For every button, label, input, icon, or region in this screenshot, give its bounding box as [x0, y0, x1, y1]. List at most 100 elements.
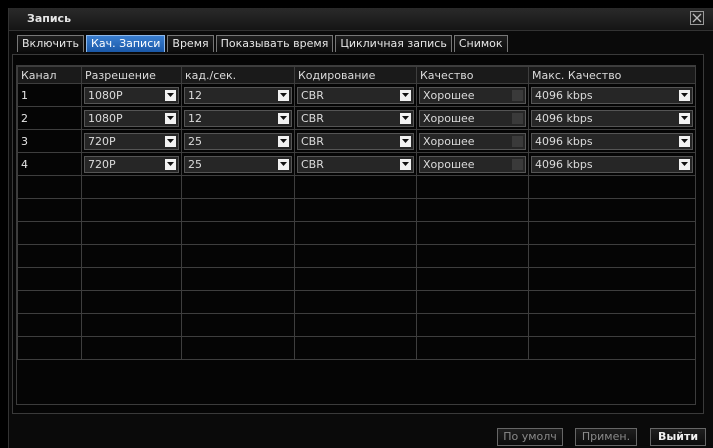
record-quality-table: Канал Разрешение кад./сек. Кодирование К…	[17, 66, 696, 360]
fps-select[interactable]: 25	[184, 155, 292, 173]
quality-select[interactable]: Хорошее	[419, 155, 526, 173]
table-row: 1 1080P 12 CBR Хорошее 4096 kbps	[17, 83, 696, 107]
table-row: 3 720P 25 CBR Хорошее 4096 kbps	[17, 129, 696, 153]
chevron-down-icon	[512, 89, 523, 101]
tab-time[interactable]: Время	[167, 35, 214, 52]
empty-cell	[181, 175, 295, 199]
empty-cell	[294, 221, 417, 245]
encoding-select[interactable]: CBR	[297, 109, 414, 127]
empty-cell	[416, 244, 529, 268]
chevron-down-icon	[165, 135, 176, 147]
empty-cell	[416, 290, 529, 314]
max-quality-select[interactable]: 4096 kbps	[531, 132, 693, 150]
quality-cell: Хорошее	[416, 83, 529, 107]
empty-cell	[81, 267, 182, 291]
empty-cell	[81, 198, 182, 222]
fps-cell: 25	[181, 152, 295, 176]
empty-cell	[181, 290, 295, 314]
max-quality-select[interactable]: 4096 kbps	[531, 109, 693, 127]
chevron-down-icon	[512, 135, 523, 147]
tab-cyclic-record[interactable]: Цикличная запись	[335, 35, 452, 52]
resolution-select[interactable]: 1080P	[84, 109, 179, 127]
quality-cell: Хорошее	[416, 129, 529, 153]
tab-snapshot[interactable]: Снимок	[453, 35, 508, 52]
header-quality: Качество	[416, 66, 529, 84]
empty-cell	[294, 175, 417, 199]
empty-cell	[528, 290, 696, 314]
quality-select[interactable]: Хорошее	[419, 109, 526, 127]
quality-select[interactable]: Хорошее	[419, 86, 526, 104]
max-quality-cell: 4096 kbps	[528, 129, 696, 153]
empty-cell	[181, 198, 295, 222]
encoding-value: CBR	[301, 88, 324, 102]
default-button[interactable]: По умолч	[497, 428, 563, 446]
empty-cell	[294, 290, 417, 314]
empty-cell	[17, 198, 82, 222]
chevron-down-icon	[278, 89, 289, 101]
quality-value: Хорошее	[423, 157, 475, 171]
empty-cell	[17, 175, 82, 199]
resolution-cell: 1080P	[81, 83, 182, 107]
empty-cell	[294, 244, 417, 268]
exit-button[interactable]: Выйти	[650, 428, 706, 446]
table-row: 2 1080P 12 CBR Хорошее 4096 kbps	[17, 106, 696, 130]
empty-cell	[81, 290, 182, 314]
max-quality-value: 4096 kbps	[535, 134, 593, 148]
max-quality-cell: 4096 kbps	[528, 106, 696, 130]
max-quality-value: 4096 kbps	[535, 88, 593, 102]
chevron-down-icon	[400, 158, 411, 170]
encoding-select[interactable]: CBR	[297, 86, 414, 104]
tab-record-quality[interactable]: Кач. Записи	[86, 35, 166, 52]
max-quality-cell: 4096 kbps	[528, 83, 696, 107]
resolution-select[interactable]: 720P	[84, 132, 179, 150]
resolution-cell: 1080P	[81, 106, 182, 130]
chevron-down-icon	[400, 112, 411, 124]
fps-select[interactable]: 25	[184, 132, 292, 150]
fps-select[interactable]: 12	[184, 109, 292, 127]
empty-cell	[294, 267, 417, 291]
resolution-cell: 720P	[81, 129, 182, 153]
empty-cell	[294, 313, 417, 337]
max-quality-select[interactable]: 4096 kbps	[531, 155, 693, 173]
quality-value: Хорошее	[423, 134, 475, 148]
resolution-select[interactable]: 720P	[84, 155, 179, 173]
empty-cell	[528, 336, 696, 360]
chevron-down-icon	[679, 112, 690, 124]
empty-cell	[17, 336, 82, 360]
fps-value: 25	[188, 134, 202, 148]
empty-cell	[81, 175, 182, 199]
tab-enable[interactable]: Включить	[17, 35, 85, 52]
chevron-down-icon	[512, 158, 523, 170]
quality-cell: Хорошее	[416, 152, 529, 176]
chevron-down-icon	[278, 158, 289, 170]
empty-cell	[181, 313, 295, 337]
fps-select[interactable]: 12	[184, 86, 292, 104]
quality-cell: Хорошее	[416, 106, 529, 130]
tab-show-time[interactable]: Показывать время	[215, 35, 334, 52]
empty-cell	[416, 313, 529, 337]
quality-select[interactable]: Хорошее	[419, 132, 526, 150]
resolution-value: 1080P	[88, 88, 123, 102]
close-icon[interactable]	[690, 11, 704, 25]
resolution-cell: 720P	[81, 152, 182, 176]
apply-button[interactable]: Примен.	[575, 428, 637, 446]
max-quality-select[interactable]: 4096 kbps	[531, 86, 693, 104]
empty-cell	[294, 336, 417, 360]
empty-table-row	[17, 313, 696, 337]
empty-cell	[528, 175, 696, 199]
title-bar: Запись	[9, 8, 713, 31]
chevron-down-icon	[165, 89, 176, 101]
resolution-select[interactable]: 1080P	[84, 86, 179, 104]
header-max-quality: Макс. Качество	[528, 66, 696, 84]
empty-table-row	[17, 267, 696, 291]
fps-value: 12	[188, 88, 202, 102]
resolution-value: 720P	[88, 134, 116, 148]
resolution-value: 1080P	[88, 111, 123, 125]
encoding-select[interactable]: CBR	[297, 155, 414, 173]
empty-cell	[416, 175, 529, 199]
empty-cell	[416, 198, 529, 222]
max-quality-cell: 4096 kbps	[528, 152, 696, 176]
encoding-select[interactable]: CBR	[297, 132, 414, 150]
empty-cell	[528, 198, 696, 222]
channel-cell: 2	[17, 106, 82, 130]
